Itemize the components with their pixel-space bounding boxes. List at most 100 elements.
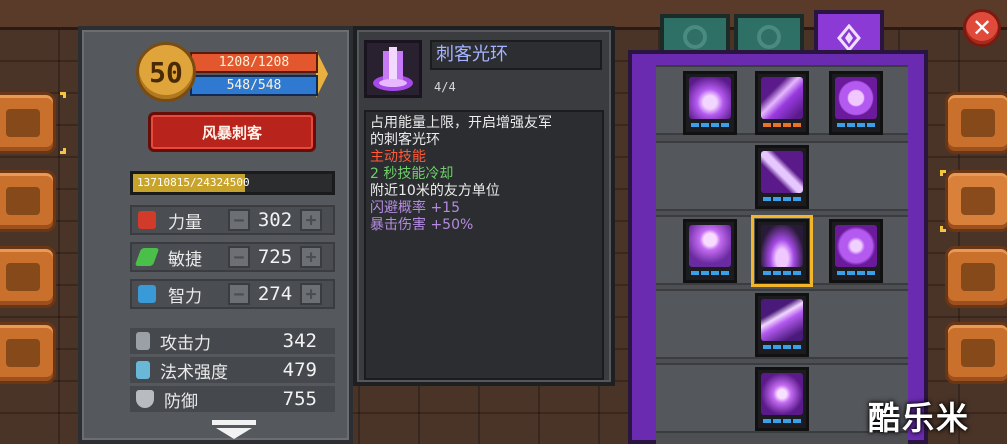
stat-label: 智力 [168, 286, 202, 307]
increase-intelligence-button[interactable]: + [300, 283, 322, 305]
crafting-tab[interactable] [0, 170, 56, 232]
mp-text: 548/548 [226, 78, 282, 93]
skill-slot[interactable] [755, 71, 809, 135]
aura-pillar-icon [761, 225, 803, 267]
selection-bracket [60, 92, 66, 98]
skill-description: 占用能量上限，开启增强友军 的刺客光环 主动技能 2 秒技能冷却 附近10米的友… [364, 110, 604, 380]
book-icon [6, 109, 40, 137]
heal-plus-icon [835, 77, 877, 119]
scroll-down-arrow-icon[interactable] [210, 420, 258, 440]
xp-bar: 13710815/24324500 [130, 171, 335, 195]
pet-heart-icon [689, 225, 731, 267]
increase-strength-button[interactable]: + [300, 209, 322, 231]
desc-line: 占用能量上限，开启增强友军 [370, 115, 552, 131]
hp-bar: 1208/1208 [190, 52, 318, 73]
skill-pips [763, 123, 801, 127]
crystal-icon [837, 24, 861, 52]
shield-icon [136, 390, 154, 408]
skill-pips [691, 123, 729, 127]
stat-value: 302 [257, 209, 293, 231]
aura-pillar-icon [373, 47, 413, 91]
attr-label: 攻击力 [160, 333, 211, 354]
skill-pips [837, 271, 875, 275]
pet-tab[interactable] [0, 246, 56, 308]
skill-type: 主动技能 [370, 149, 426, 165]
skill-title: 刺客光环 [430, 40, 602, 70]
xp-text: 13710815/24324500 [137, 176, 250, 189]
crossed-swords-icon [961, 187, 995, 215]
skill-pips [837, 123, 875, 127]
ring-icon [757, 25, 781, 49]
gear-icon [961, 339, 995, 367]
skill-slot[interactable] [755, 367, 809, 431]
target-tab[interactable] [0, 322, 56, 384]
increase-agility-button[interactable]: + [300, 246, 322, 268]
attr-label: 法术强度 [160, 362, 228, 383]
hp-text: 1208/1208 [218, 55, 290, 70]
class-banner: 风暴刺客 [148, 112, 316, 152]
wand-icon [136, 361, 150, 379]
skill-pips [763, 345, 801, 349]
skill-cooldown: 2 秒技能冷却 [370, 166, 454, 182]
shield-badge-icon [835, 225, 877, 267]
decrease-strength-button[interactable]: − [228, 209, 250, 231]
stat-label: 敏捷 [168, 249, 202, 270]
stat-label: 力量 [168, 212, 202, 233]
skill-slot[interactable] [683, 71, 737, 135]
decrease-agility-button[interactable]: − [228, 246, 250, 268]
close-button[interactable]: ✕ [963, 9, 1001, 47]
skill-slot[interactable] [755, 145, 809, 209]
skill-pips [763, 197, 801, 201]
stat-row-agility: 敏捷 − 725 + [130, 242, 335, 272]
talent-tab[interactable] [945, 246, 1007, 308]
paw-icon [6, 263, 40, 291]
ring-icon [683, 25, 707, 49]
selection-bracket [940, 226, 946, 232]
skill-pips [691, 271, 729, 275]
stat-value: 274 [257, 283, 293, 305]
attr-row-attack: 攻击力 342 [130, 328, 335, 354]
gear-sun-icon [961, 263, 995, 291]
decrease-intelligence-button[interactable]: − [228, 283, 250, 305]
skill-pips [763, 419, 801, 423]
stat-value: 725 [257, 246, 293, 268]
lightning-slash-icon [761, 299, 803, 341]
blade-burst-icon [761, 77, 803, 119]
close-icon: ✕ [971, 14, 993, 42]
skill-slot-selected[interactable] [755, 219, 809, 283]
target-icon [6, 339, 40, 367]
attr-row-spell-power: 法术强度 479 [130, 357, 335, 383]
selected-skill-icon [364, 40, 422, 98]
equipment-tab[interactable] [945, 92, 1007, 154]
skill-slot[interactable] [829, 219, 883, 283]
watermark: 酷乐米 [868, 399, 971, 437]
class-name: 风暴刺客 [201, 123, 262, 142]
skill-pips [763, 271, 801, 275]
agility-leaf-icon [134, 248, 160, 266]
strength-fist-icon [138, 211, 156, 229]
cross-blades-icon [761, 373, 803, 415]
shockwave-icon [689, 77, 731, 119]
helmet-icon [961, 109, 995, 137]
skill-level: 4/4 [434, 80, 456, 94]
scroll-icon [6, 187, 40, 215]
intelligence-book-icon [138, 285, 156, 303]
skill-slot[interactable] [683, 219, 737, 283]
attr-value: 479 [282, 359, 317, 381]
dual-blade-icon [761, 151, 803, 193]
skill-slot[interactable] [755, 293, 809, 357]
desc-line: 的刺客光环 [370, 132, 440, 148]
settings-tab[interactable] [945, 322, 1007, 384]
sword-icon [136, 332, 150, 350]
skill-bonus: 闪避概率 +15 [370, 200, 460, 216]
codex-tab[interactable] [0, 92, 56, 154]
mp-bar: 548/548 [190, 75, 318, 96]
skill-slot[interactable] [829, 71, 883, 135]
attr-label: 防御 [164, 391, 198, 412]
skills-tab[interactable] [945, 170, 1007, 232]
skill-range: 附近10米的友方单位 [370, 183, 500, 199]
level-number: 50 [149, 55, 183, 89]
skill-bonus: 暴击伤害 +50% [370, 217, 474, 233]
attr-value: 342 [282, 330, 317, 352]
attr-value: 755 [282, 388, 317, 410]
